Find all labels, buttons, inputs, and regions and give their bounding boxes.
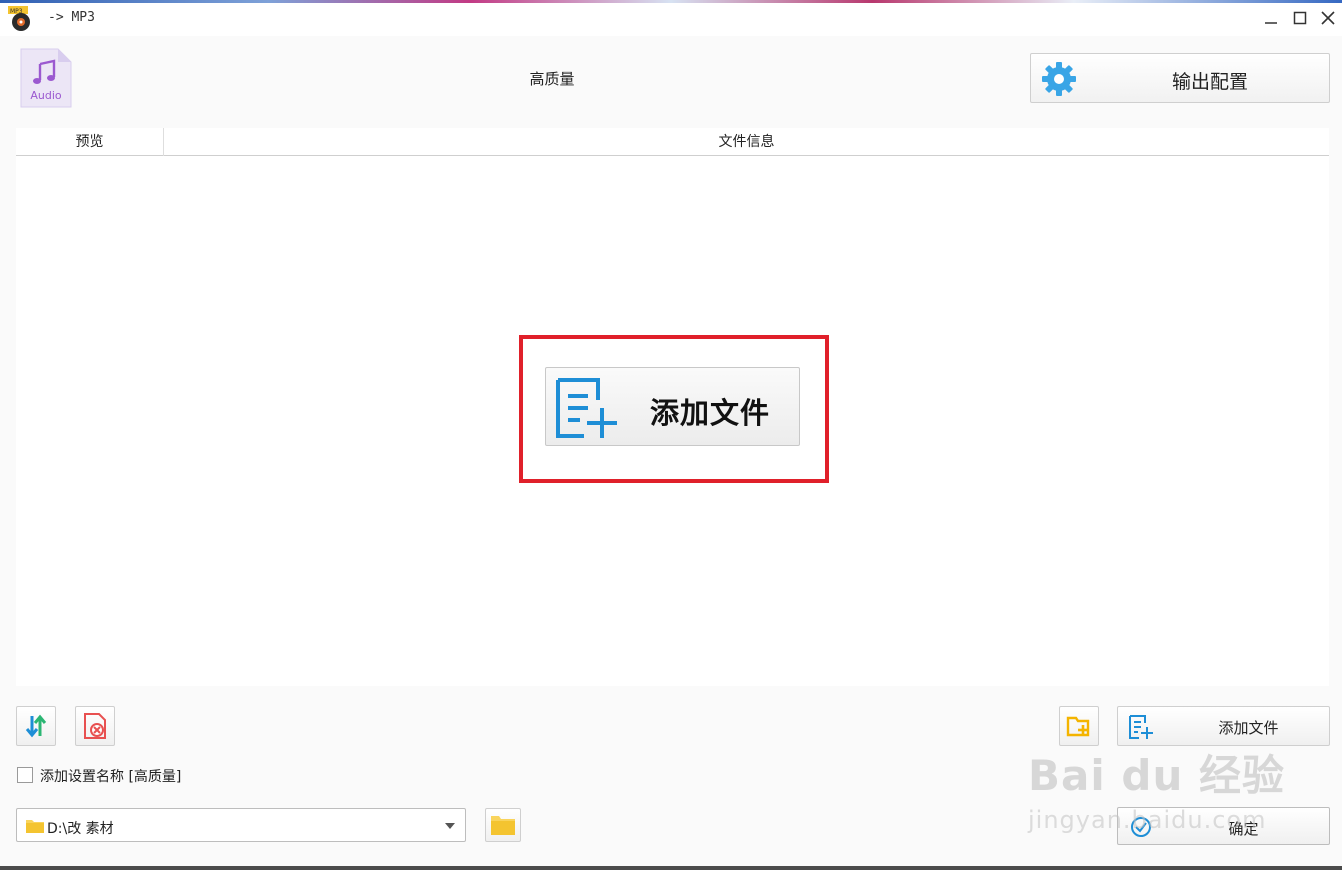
sort-arrows-icon [25,714,47,738]
folder-icon [26,820,44,833]
add-file-icon [556,378,617,438]
delete-file-icon [84,713,106,739]
add-file-icon-small [1129,715,1153,739]
close-icon [1321,11,1335,25]
title-bar [0,0,1342,36]
window-title: -> MP3 [48,10,95,25]
column-header-preview[interactable]: 预览 [16,128,164,156]
maximize-icon [1293,11,1307,25]
quality-label: 高质量 [529,70,575,88]
center-add-file-button[interactable]: 添加文件 [545,367,800,446]
confirm-label: 确定 [1228,820,1259,838]
output-config-button[interactable]: 输出配置 [1030,53,1330,103]
gear-icon [1042,62,1076,96]
watermark-brand: Bai du 经验 [1028,751,1285,800]
add-setting-name-label[interactable]: 添加设置名称 [高质量] [40,766,181,786]
confirm-button[interactable]: 确定 [1117,807,1330,845]
sort-button[interactable] [16,706,56,746]
delete-button[interactable] [75,706,115,746]
center-add-file-label: 添加文件 [650,396,771,430]
bottom-add-file-label: 添加文件 [1218,719,1279,737]
browse-folder-button[interactable] [485,808,521,842]
open-folder-icon [491,816,515,835]
add-folder-button[interactable] [1059,706,1099,746]
column-header-file-info[interactable]: 文件信息 [164,128,1329,156]
audio-format-label: Audio [30,89,62,102]
file-list-header: 预览 文件信息 [16,128,1329,156]
desktop-background-strip [0,0,1342,3]
clock-check-icon [1131,817,1151,837]
bottom-add-file-button[interactable]: 添加文件 [1117,706,1330,746]
output-config-label: 输出配置 [1171,71,1248,93]
maximize-button[interactable] [1287,6,1313,30]
audio-format-icon[interactable]: Audio [20,48,72,108]
add-setting-name-checkbox[interactable] [17,767,33,783]
minimize-icon [1265,22,1277,24]
output-path-select[interactable]: D:\改 素材 [16,808,466,842]
chevron-down-icon [445,823,455,829]
add-folder-icon [1066,716,1090,737]
output-path-text: D:\改 素材 [47,821,114,837]
mp3-app-icon: MP3 [8,6,34,32]
minimize-button[interactable] [1258,6,1284,30]
taskbar-edge [0,866,1342,870]
close-button[interactable] [1315,6,1341,30]
